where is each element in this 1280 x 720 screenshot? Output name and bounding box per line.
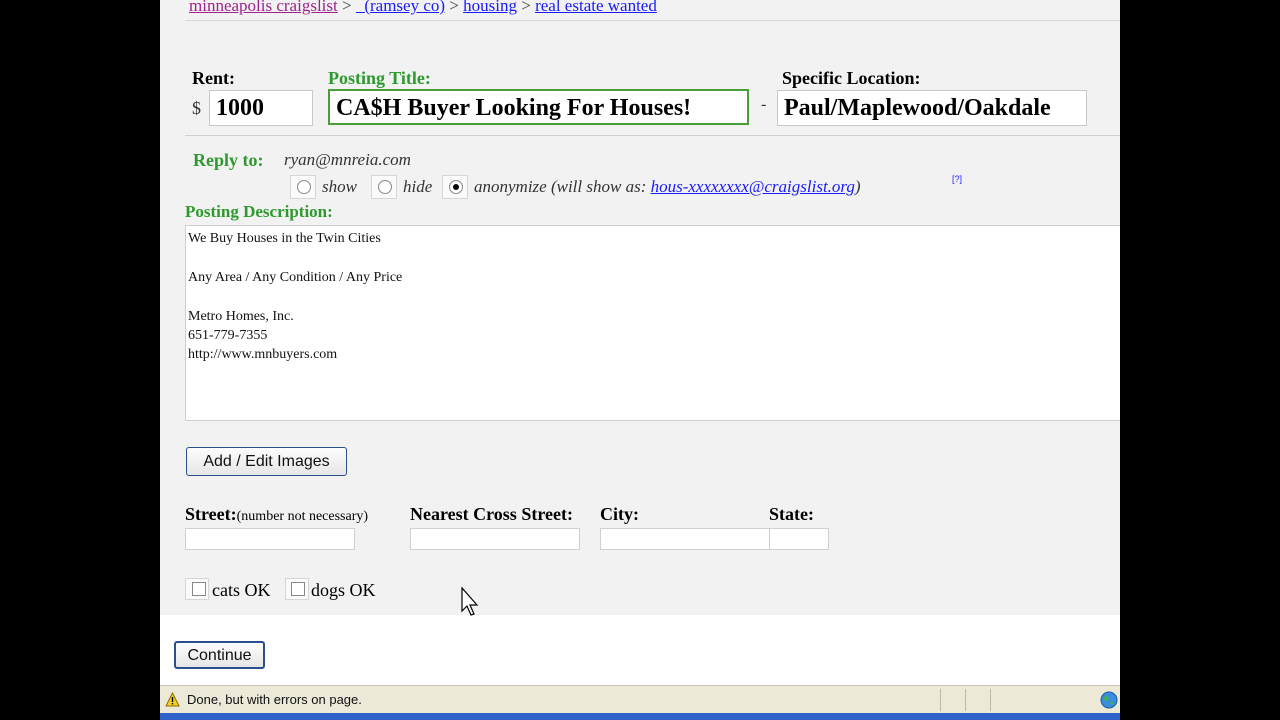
specific-location-label: Specific Location: <box>782 68 921 88</box>
description-line <box>188 287 1118 306</box>
description-line: We Buy Houses in the Twin Cities <box>188 231 381 246</box>
city-input[interactable] <box>600 528 770 550</box>
continue-button[interactable]: Continue <box>174 641 265 669</box>
state-label: State: <box>769 504 814 524</box>
internet-zone-globe-icon <box>1100 691 1118 709</box>
reply-to-email: ryan@mnreia.com <box>284 150 411 169</box>
posting-description-textarea[interactable]: We Buy Houses in the Twin Cities Any Are… <box>185 225 1120 421</box>
warning-icon[interactable] <box>165 692 180 707</box>
cats-ok-checkbox[interactable] <box>192 582 206 596</box>
currency-symbol: $ <box>192 98 201 118</box>
anonymize-radio-label: anonymize (will show as: hous-xxxxxxxx@c… <box>474 177 861 197</box>
description-line: Any Area / Any Condition / Any Price <box>188 269 403 285</box>
posting-form: minneapolis craigslist > (ramsey co) > h… <box>160 0 1120 616</box>
cats-ok-label: cats OK <box>212 580 271 600</box>
street-label: Street:(number not necessary) <box>185 504 368 525</box>
rent-input[interactable]: 1000 <box>209 90 313 126</box>
breadcrumb-separator: > <box>521 0 531 15</box>
add-edit-images-button[interactable]: Add / Edit Images <box>186 447 347 476</box>
breadcrumb-separator: > <box>341 0 352 15</box>
taskbar-strip <box>160 713 1120 720</box>
show-radio[interactable] <box>297 180 311 194</box>
description-line <box>188 248 1118 267</box>
show-radio-label: show <box>322 177 357 196</box>
description-line: 651-779-7355 <box>188 327 268 343</box>
breadcrumb-area-link[interactable]: (ramsey co) <box>356 0 445 15</box>
breadcrumb-separator: > <box>449 0 459 15</box>
hide-radio[interactable] <box>378 180 392 194</box>
status-divider <box>990 689 991 711</box>
dogs-ok-checkbox[interactable] <box>291 582 305 596</box>
cross-street-input[interactable] <box>410 528 580 550</box>
mouse-cursor-icon <box>461 587 479 616</box>
breadcrumb-area-label: (ramsey co) <box>364 0 446 15</box>
cross-street-label: Nearest Cross Street: <box>410 504 573 524</box>
status-divider <box>965 689 966 711</box>
help-link[interactable]: [?] <box>952 174 962 184</box>
reply-to-label: Reply to: <box>193 150 264 170</box>
status-bar: Done, but with errors on page. <box>160 685 1120 713</box>
posting-title-input[interactable]: CA$H Buyer Looking For Houses! <box>328 89 749 125</box>
divider <box>185 20 1120 21</box>
street-note: (number not necessary) <box>236 509 369 524</box>
status-text: Done, but with errors on page. <box>187 692 362 707</box>
posting-title-label: Posting Title: <box>328 68 431 88</box>
anonymize-radio[interactable] <box>449 180 463 194</box>
anonymize-text: anonymize (will show as: <box>474 177 647 196</box>
dogs-ok-label: dogs OK <box>311 580 376 600</box>
state-input[interactable] <box>769 528 829 550</box>
status-divider <box>940 689 941 711</box>
hide-radio-label: hide <box>403 177 433 196</box>
anonymized-email-link[interactable]: hous-xxxxxxxx@craigslist.org <box>651 177 855 196</box>
title-location-dash: - <box>761 96 767 113</box>
specific-location-input[interactable]: Paul/Maplewood/Oakdale <box>777 90 1087 126</box>
description-line: http://www.mnbuyers.com <box>188 347 338 363</box>
browser-viewport: minneapolis craigslist > (ramsey co) > h… <box>160 0 1120 720</box>
close-paren: ) <box>854 177 861 196</box>
breadcrumb-site-link[interactable]: minneapolis craigslist <box>189 0 338 15</box>
breadcrumb-subcategory-link[interactable]: real estate wanted <box>535 0 657 15</box>
street-label-text: Street: <box>185 504 237 524</box>
posting-description-label: Posting Description: <box>185 202 333 221</box>
city-label: City: <box>600 504 639 524</box>
breadcrumb-category-link[interactable]: housing <box>463 0 517 15</box>
breadcrumb: minneapolis craigslist > (ramsey co) > h… <box>189 0 657 16</box>
rent-label: Rent: <box>192 68 235 88</box>
divider <box>185 135 1120 136</box>
street-input[interactable] <box>185 528 355 550</box>
description-line: Metro Homes, Inc. <box>188 308 294 324</box>
